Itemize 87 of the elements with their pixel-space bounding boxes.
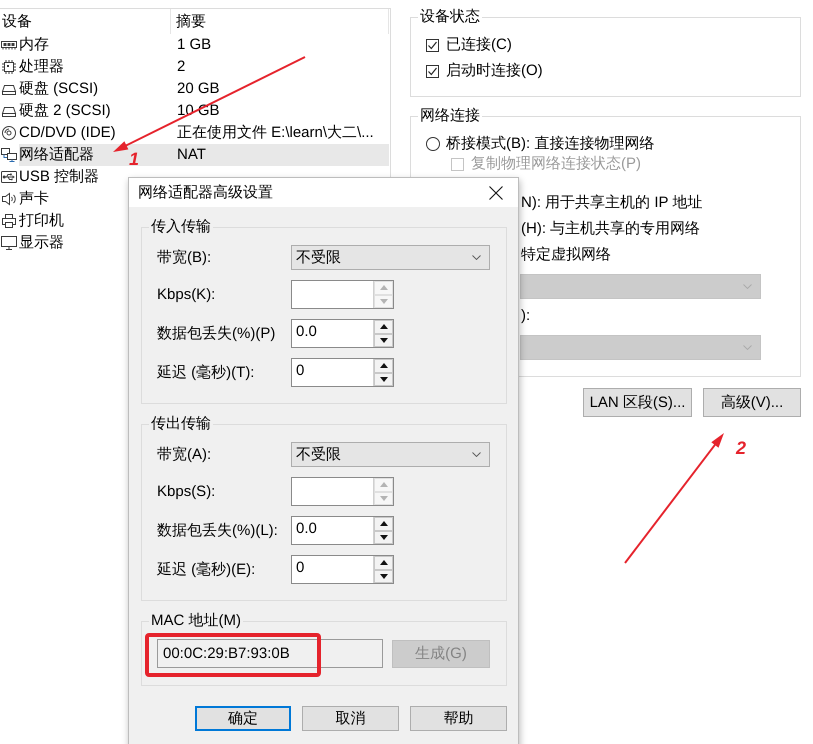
close-icon xyxy=(489,186,503,200)
action-button[interactable]: LAN 区段(S)... xyxy=(583,388,692,417)
device-summary: 20 GB xyxy=(176,79,220,99)
field-label: Kbps(K): xyxy=(157,286,216,302)
table-row[interactable]: 处理器 2 xyxy=(19,56,389,78)
up-triangle-icon xyxy=(380,560,388,566)
table-row[interactable]: 内存 1 GB xyxy=(19,34,389,56)
annotation-number: 1 xyxy=(129,149,140,169)
down-triangle-icon xyxy=(380,534,388,540)
dropdown[interactable]: 不受限 xyxy=(291,245,490,270)
chevron-down-icon xyxy=(743,345,752,350)
table-row[interactable]: 打印机 xyxy=(19,210,64,232)
monitor-icon xyxy=(1,235,17,251)
spin-up-button[interactable] xyxy=(374,517,393,530)
option-label: ): xyxy=(521,307,530,325)
table-row[interactable]: 显示器 xyxy=(19,232,64,254)
group-title: 网络连接 xyxy=(419,107,481,125)
option-label: (H): 与主机共享的专用网络 xyxy=(521,220,700,238)
radio-button[interactable] xyxy=(426,137,440,151)
device-name: 网络适配器 xyxy=(19,146,94,163)
up-triangle-icon xyxy=(380,521,388,526)
mac-address-field[interactable]: 00:0C:29:B7:93:0B xyxy=(157,639,383,668)
up-triangle-icon xyxy=(380,482,388,488)
spin-down-button[interactable] xyxy=(374,530,393,544)
group-title: MAC 地址(M) xyxy=(150,612,242,630)
spin-down-button[interactable] xyxy=(374,372,393,386)
down-triangle-icon xyxy=(380,496,388,501)
down-triangle-icon xyxy=(380,574,388,579)
annotation-number: 2 xyxy=(736,438,746,458)
table-row[interactable]: USB 控制器 xyxy=(19,166,100,188)
device-name: 硬盘 2 (SCSI) xyxy=(19,102,111,119)
field-label: 带宽(A): xyxy=(157,446,212,462)
group-title: 传入传输 xyxy=(150,218,212,236)
usb-icon xyxy=(1,169,17,185)
checkbox-label[interactable]: 启动时连接(O) xyxy=(446,62,543,80)
dropdown[interactable]: 不受限 xyxy=(291,442,490,467)
checkmark-icon xyxy=(427,66,438,76)
field-label: 带宽(B): xyxy=(157,248,212,266)
field-label: 数据包丢失(%)(L): xyxy=(157,522,278,538)
window-title: 网络适配器高级设置 xyxy=(138,184,273,202)
table-row[interactable]: 声卡 xyxy=(19,188,49,210)
checkbox[interactable] xyxy=(426,38,439,52)
device-name: 内存 xyxy=(19,36,49,53)
spin-down-button[interactable] xyxy=(374,334,393,347)
down-triangle-icon xyxy=(380,338,388,343)
spin-up-button[interactable] xyxy=(374,556,393,570)
device-name: 处理器 xyxy=(19,58,64,75)
group-title: 设备状态 xyxy=(419,8,481,26)
option-label: N): 用于共享主机的 IP 地址 xyxy=(521,194,702,212)
spin-down-button[interactable] xyxy=(374,570,393,583)
chevron-down-icon xyxy=(472,255,481,260)
field-label: 数据包丢失(%)(P) xyxy=(157,324,276,342)
chip-icon xyxy=(1,59,17,75)
column-header[interactable]: 设备 xyxy=(0,9,171,34)
device-name: CD/DVD (IDE) xyxy=(19,124,116,141)
table-row[interactable]: CD/DVD (IDE) 正在使用文件 E:\learn\大二\... xyxy=(19,122,389,144)
spin-up-button[interactable] xyxy=(374,359,393,372)
disc-icon xyxy=(1,125,17,141)
chevron-down-icon xyxy=(743,284,752,289)
dialog-button[interactable]: 取消 xyxy=(302,706,399,731)
dialog-button[interactable]: 帮助 xyxy=(410,706,507,731)
group-title: 传出传输 xyxy=(150,415,212,433)
field-label: 延迟 (毫秒)(E): xyxy=(157,560,256,578)
radio-label[interactable]: 桥接模式(B): 直接连接物理网络 xyxy=(446,135,654,153)
device-summary: 2 xyxy=(176,57,186,77)
dialog-button[interactable]: 确定 xyxy=(195,706,291,731)
checkbox[interactable] xyxy=(426,64,439,78)
action-button[interactable]: 高级(V)... xyxy=(703,388,801,417)
up-triangle-icon xyxy=(380,285,388,290)
chevron-down-icon xyxy=(472,452,481,457)
field-label: 延迟 (毫秒)(T): xyxy=(157,364,254,380)
spin-up-button[interactable] xyxy=(374,320,393,334)
checkmark-icon xyxy=(427,40,438,50)
device-summary: NAT xyxy=(176,145,206,165)
column-header[interactable]: 摘要 xyxy=(171,9,389,34)
down-triangle-icon xyxy=(380,298,388,304)
down-triangle-icon xyxy=(380,376,388,382)
option-label: 特定虚拟网络 xyxy=(521,246,611,264)
device-summary: 1 GB xyxy=(176,35,212,55)
up-triangle-icon xyxy=(380,363,388,368)
field-label: Kbps(S): xyxy=(157,482,216,500)
speaker-icon xyxy=(1,191,17,207)
device-name: 硬盘 (SCSI) xyxy=(19,80,98,97)
table-row[interactable]: 硬盘 (SCSI) 20 GB xyxy=(19,78,389,100)
checkbox-label[interactable]: 已连接(C) xyxy=(446,36,512,54)
up-triangle-icon xyxy=(380,324,388,330)
device-summary: 正在使用文件 E:\learn\大二\... xyxy=(176,123,374,143)
